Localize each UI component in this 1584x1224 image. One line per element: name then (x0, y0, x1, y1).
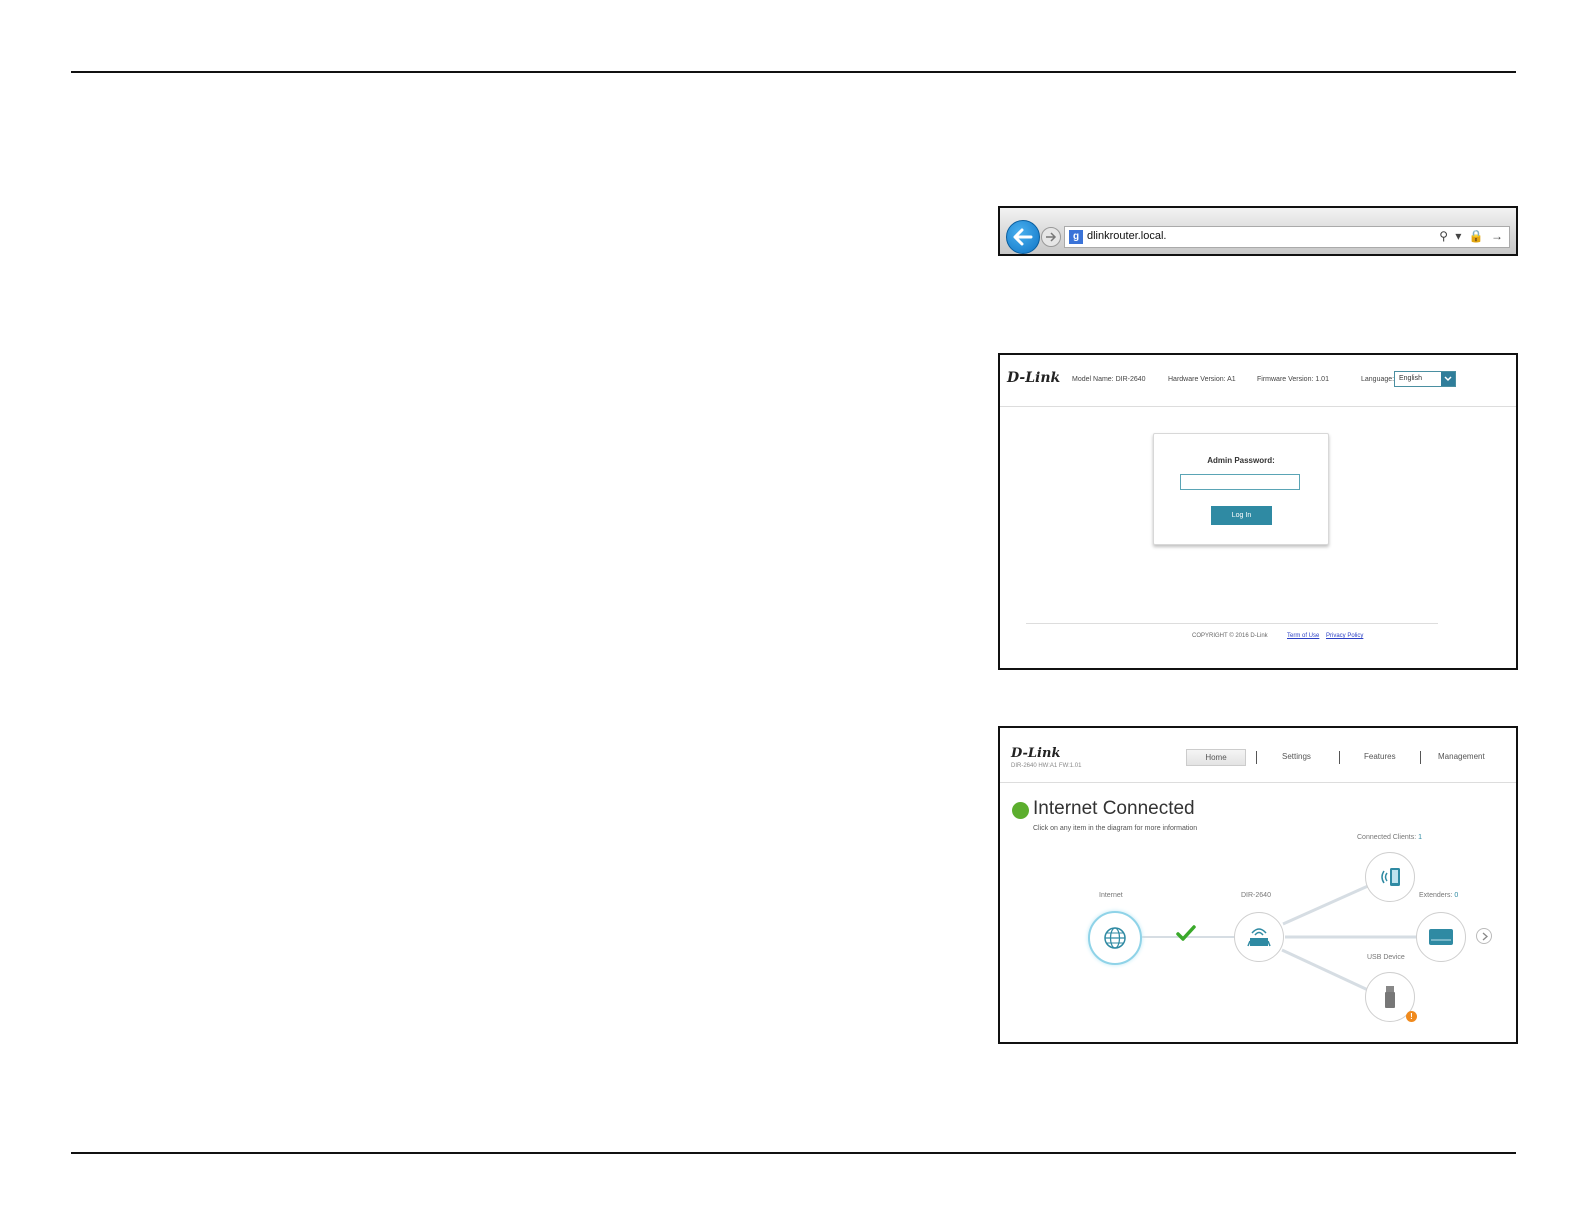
terms-of-use-link[interactable]: Term of Use (1287, 633, 1319, 639)
admin-password-input[interactable] (1180, 474, 1300, 490)
address-field[interactable]: g dlinkrouter.local. ⚲ ▾ 🔒 → (1064, 226, 1510, 248)
address-tools[interactable]: ⚲ ▾ 🔒 → (1439, 229, 1505, 243)
copyright-text: COPYRIGHT © 2016 D-Link (1192, 633, 1268, 639)
privacy-policy-link[interactable]: Privacy Policy (1326, 633, 1363, 639)
address-tool-icons[interactable]: ▾ 🔒 → (1455, 229, 1505, 243)
model-name: Model Name: DIR-2640 (1072, 376, 1146, 383)
forward-button[interactable] (1041, 227, 1061, 247)
internet-label: Internet (1099, 892, 1123, 899)
login-header: D-Link Model Name: DIR-2640 Hardware Ver… (1000, 355, 1516, 407)
top-rule (71, 71, 1516, 73)
language-label: Language: (1361, 376, 1395, 383)
connected-clients-node[interactable] (1365, 852, 1415, 902)
internet-node[interactable] (1088, 911, 1142, 965)
router-node[interactable] (1234, 912, 1284, 962)
usb-warning-badge: ! (1406, 1011, 1417, 1022)
browser-address-bar: g dlinkrouter.local. ⚲ ▾ 🔒 → (998, 206, 1518, 256)
language-value: English (1399, 375, 1422, 382)
extenders-text: Extenders: (1419, 892, 1453, 899)
address-text: dlinkrouter.local. (1087, 230, 1167, 242)
extenders-node[interactable] (1416, 912, 1466, 962)
home-dashboard: D-Link DIR-2640 HW:A1 FW:1.01 Home Setti… (998, 726, 1518, 1044)
connected-check-icon (1176, 925, 1196, 941)
extenders-count: 0 (1454, 892, 1459, 899)
connected-clients-count: 1 (1418, 834, 1423, 841)
router-icon (1247, 928, 1271, 947)
usb-device-label: USB Device (1367, 954, 1405, 961)
search-provider-icon: g (1069, 230, 1083, 244)
firmware-version: Firmware Version: 1.01 (1257, 376, 1329, 383)
admin-password-label: Admin Password: (1207, 456, 1275, 465)
dlink-logo: D-Link (1007, 370, 1061, 386)
connected-clients-label: Connected Clients: 1 (1357, 834, 1422, 841)
network-links (1140, 884, 1418, 992)
footer-divider (1026, 623, 1438, 624)
arrow-right-icon (1046, 232, 1057, 242)
mobile-device-icon (1381, 868, 1400, 886)
extender-icon (1429, 929, 1453, 945)
chevron-down-icon[interactable] (1441, 372, 1455, 386)
language-select[interactable]: English (1394, 371, 1456, 387)
chevron-right-icon (1482, 932, 1488, 941)
login-card: Admin Password: Log In (1153, 433, 1329, 545)
extenders-label: Extenders: 0 (1419, 892, 1458, 899)
login-button[interactable]: Log In (1211, 506, 1272, 525)
next-arrow-button[interactable] (1476, 928, 1492, 944)
globe-icon (1104, 927, 1126, 949)
bottom-rule (71, 1152, 1516, 1154)
search-icon[interactable]: ⚲ (1439, 229, 1450, 243)
back-button[interactable] (1006, 220, 1040, 254)
login-page: D-Link Model Name: DIR-2640 Hardware Ver… (998, 353, 1518, 670)
hardware-version: Hardware Version: A1 (1168, 376, 1236, 383)
router-label: DIR-2640 (1241, 892, 1271, 899)
connected-clients-text: Connected Clients: (1357, 834, 1417, 841)
arrow-left-icon (1013, 228, 1033, 246)
